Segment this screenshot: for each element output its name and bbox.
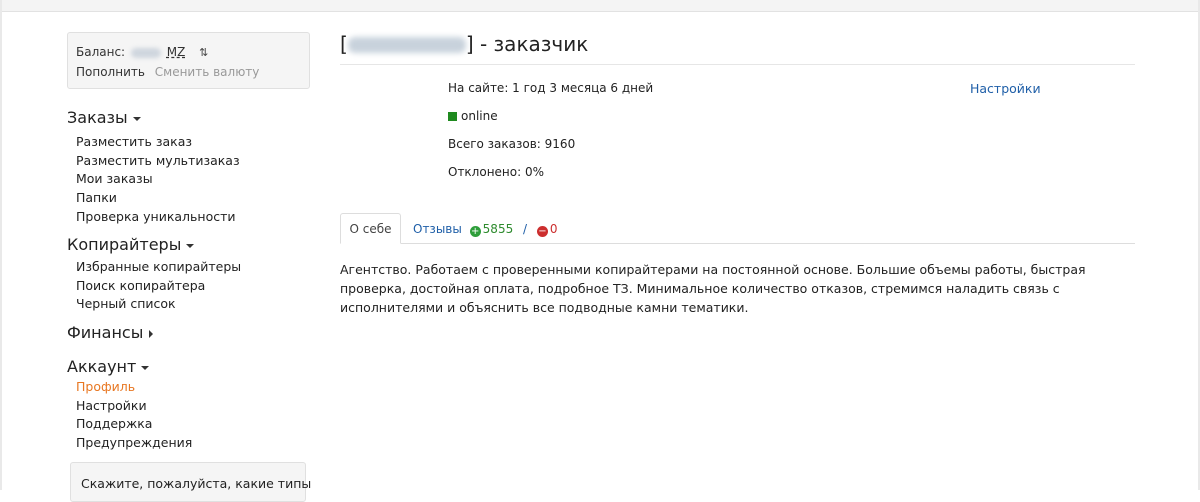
balance-label: Баланс: [76,45,126,59]
menu-section-orders[interactable]: Заказы [67,108,141,127]
menu-section-orders-title: Заказы [67,108,128,127]
total-orders: Всего заказов: 9160 [448,137,576,151]
copywriters-menu-list: Избранные копирайтеры Поиск копирайтера … [76,258,241,314]
tab-reviews-label: Отзывы [413,222,462,236]
menu-section-finance-title: Финансы [67,323,144,342]
caret-down-icon [186,243,195,248]
feedback-prompt-box: Скажите, пожалуйста, какие типы [70,462,311,502]
menu-section-account-title: Аккаунт [67,357,137,376]
balance-row: Баланс: MZ ⇅ [76,45,208,59]
balance-amount-redacted [130,47,161,58]
menu-item-blacklist[interactable]: Черный список [76,295,241,314]
menu-section-account[interactable]: Аккаунт [67,357,150,376]
online-status: online [448,109,498,123]
page-edge-left [0,0,2,490]
menu-item-place-multiorder[interactable]: Разместить мультизаказ [76,152,240,171]
caret-down-icon [141,365,150,370]
menu-item-uniqueness-check[interactable]: Проверка уникальности [76,208,240,227]
menu-item-my-orders[interactable]: Мои заказы [76,170,240,189]
menu-item-support[interactable]: Поддержка [76,415,192,434]
menu-section-copywriters[interactable]: Копирайтеры [67,235,195,254]
balance-links: Пополнить Сменить валюту [76,65,259,79]
online-status-text: online [461,109,498,123]
menu-item-folders[interactable]: Папки [76,189,240,208]
minus-circle-icon: − [536,226,548,237]
title-bracket-open: [ [340,32,348,56]
caret-right-icon [149,329,154,338]
top-bar [0,0,1200,12]
account-menu-list: Профиль Настройки Поддержка Предупрежден… [76,378,192,453]
positive-reviews-count: 5855 [482,222,514,236]
username-redacted [347,37,466,53]
menu-item-find-copywriter[interactable]: Поиск копирайтера [76,277,241,296]
tabs-divider [340,243,1135,244]
on-site-duration: На сайте: 1 год 3 месяца 6 дней [448,81,654,95]
menu-item-favorite-copywriters[interactable]: Избранные копирайтеры [76,258,241,277]
profile-settings-link[interactable]: Настройки [970,81,1041,96]
about-description: Агентство. Работаем с проверенными копир… [340,262,1086,315]
reviews-separator: / [523,222,528,236]
plus-circle-icon: + [469,226,481,237]
title-divider [340,64,1135,65]
menu-section-finance[interactable]: Финансы [67,323,154,342]
negative-reviews-count: 0 [549,222,558,236]
currency-selector[interactable]: MZ [167,45,186,59]
title-role: ] - заказчик [465,32,589,56]
menu-item-profile[interactable]: Профиль [76,378,192,397]
top-up-link[interactable]: Пополнить [76,65,145,79]
tab-about[interactable]: О себе [340,213,401,244]
tab-reviews[interactable]: Отзывы +5855 / −0 [413,222,558,237]
rejected-rate: Отклонено: 0% [448,165,545,179]
feedback-prompt-text: Скажите, пожалуйста, какие типы [81,476,312,491]
online-indicator-icon [448,112,457,121]
menu-item-warnings[interactable]: Предупреждения [76,434,192,453]
orders-menu-list: Разместить заказ Разместить мультизаказ … [76,133,240,227]
change-currency-link[interactable]: Сменить валюту [155,65,260,79]
balance-panel: Баланс: MZ ⇅ Пополнить Сменить валюту [67,32,310,89]
menu-section-copywriters-title: Копирайтеры [67,235,182,254]
currency-swap-icon[interactable]: ⇅ [199,46,208,59]
page-title: [ ] - заказчик [340,32,588,56]
menu-item-settings[interactable]: Настройки [76,397,192,416]
menu-item-place-order[interactable]: Разместить заказ [76,133,240,152]
caret-down-icon [132,116,141,121]
